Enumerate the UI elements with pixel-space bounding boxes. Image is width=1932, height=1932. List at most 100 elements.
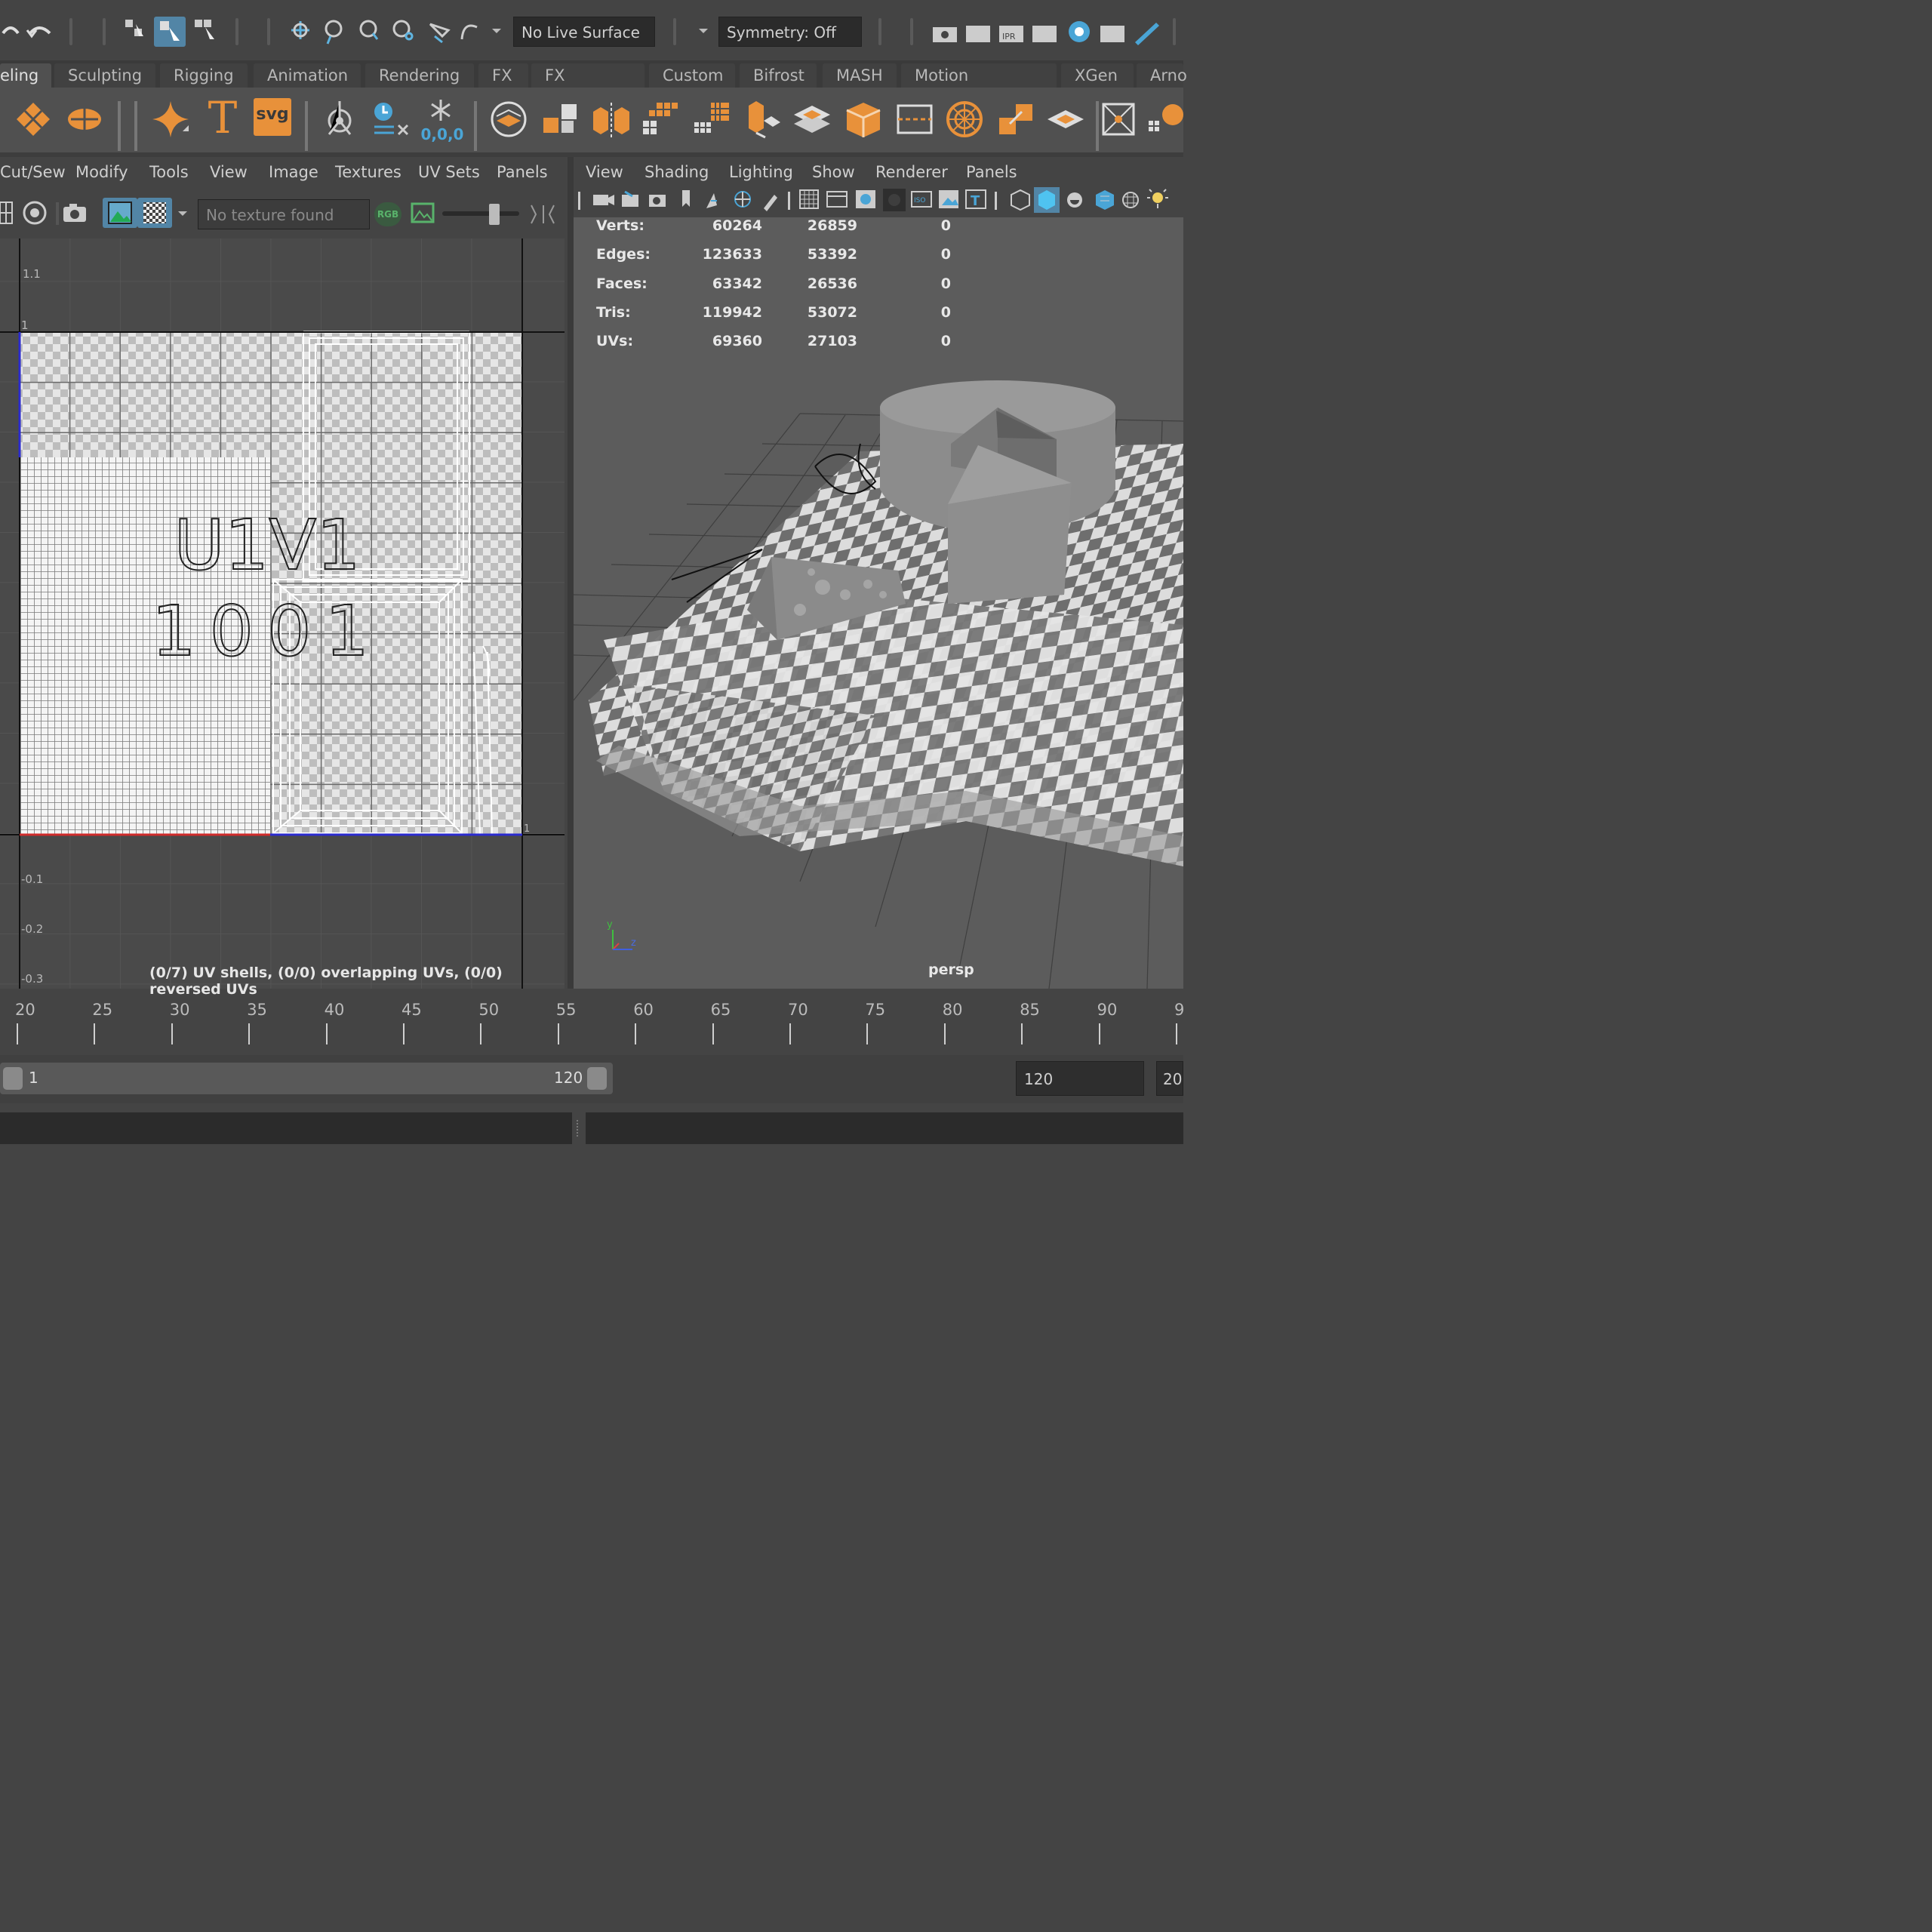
extrude-icon[interactable]	[741, 98, 783, 140]
vp-menu-show[interactable]: Show	[812, 163, 855, 181]
viewport-icon-bar[interactable]: ISO T	[578, 187, 1183, 213]
combine-icon[interactable]	[488, 98, 530, 140]
target-weld-icon[interactable]	[943, 98, 986, 140]
poly-disc-icon[interactable]	[63, 98, 106, 140]
range-start-handle[interactable]	[3, 1067, 23, 1090]
sparkle-icon[interactable]	[149, 98, 192, 140]
connect-icon[interactable]	[995, 98, 1037, 140]
tab-modeling[interactable]: eling	[0, 63, 51, 88]
vp-menu-view[interactable]: View	[586, 163, 623, 181]
chevron-down-icon[interactable]	[697, 27, 709, 35]
reset-transform-icon[interactable]	[370, 98, 412, 140]
command-input[interactable]	[0, 1112, 572, 1144]
range-slider-track[interactable]	[0, 1063, 613, 1094]
uv-menu-panels[interactable]: Panels	[497, 163, 548, 181]
tab-sculpting[interactable]: Sculpting	[54, 63, 155, 88]
status-line: No Live Surface Symmetry: Off IPR	[0, 0, 1183, 60]
uv-menu-uv-sets[interactable]: UV Sets	[418, 163, 480, 181]
bridge-icon[interactable]	[791, 98, 833, 140]
expand-toolbar-icon[interactable]	[528, 199, 558, 229]
uv-canvas[interactable]: U1V1 1001 1.1 1 -0.1 -0.2 -0.3 1	[0, 238, 565, 989]
select-object-button[interactable]	[154, 17, 186, 47]
tab-fx[interactable]: FX	[478, 63, 528, 88]
multi-cut-icon[interactable]	[894, 98, 936, 140]
pivot-icon[interactable]	[318, 98, 361, 140]
tab-mash[interactable]: MASH	[823, 63, 897, 88]
tab-animation[interactable]: Animation	[254, 63, 361, 88]
chevron-down-icon[interactable]	[491, 27, 503, 35]
tab-rendering[interactable]: Rendering	[365, 63, 474, 88]
text-tool-icon[interactable]: T	[204, 94, 242, 142]
range-end-handle[interactable]	[587, 1067, 607, 1090]
tab-arnold[interactable]: Arno	[1137, 63, 1187, 88]
time-tick-label: 65	[710, 1001, 731, 1019]
select-component-icon[interactable]	[192, 17, 219, 44]
animation-end-field[interactable]: 20	[1156, 1061, 1183, 1096]
hud-value: 0	[940, 333, 951, 349]
rgb-channel-icon[interactable]: RGB	[374, 202, 401, 226]
hud-label: Faces:	[596, 275, 648, 292]
time-tick-label: 35	[247, 1001, 267, 1019]
mirror-icon[interactable]	[590, 98, 632, 140]
svg-tool-icon[interactable]: svg	[254, 98, 291, 136]
tab-bifrost[interactable]: Bifrost	[740, 63, 817, 88]
shelf-separator	[118, 101, 121, 151]
display-image-button[interactable]	[103, 198, 137, 228]
svg-text:IPR: IPR	[1002, 32, 1016, 42]
vp-menu-panels[interactable]: Panels	[966, 163, 1017, 181]
undo-redo-icons[interactable]	[0, 17, 60, 47]
hud-label: Verts:	[596, 217, 645, 234]
poly-plane-icon[interactable]	[12, 98, 54, 140]
checker-tile-button[interactable]	[137, 198, 172, 228]
camera-snapshot-icon[interactable]	[60, 199, 89, 226]
time-tick	[635, 1023, 637, 1044]
tab-motion-graphics[interactable]: Motion Graphics	[901, 63, 1057, 109]
collapse-icon[interactable]	[1044, 98, 1087, 140]
hud-value: 63342	[712, 275, 762, 292]
bounding-box-icon[interactable]	[1097, 98, 1140, 140]
playback-end-field[interactable]: 120	[1016, 1061, 1144, 1096]
uv-menu-cut-sew[interactable]: Cut/Sew	[0, 163, 66, 181]
tab-xgen[interactable]: XGen	[1061, 63, 1134, 88]
uv-menu-tools[interactable]: Tools	[149, 163, 189, 181]
live-surface-field[interactable]: No Live Surface	[513, 17, 655, 47]
exposure-slider-handle[interactable]	[489, 204, 500, 225]
chevron-down-icon[interactable]	[177, 210, 189, 217]
image-channel-icon[interactable]	[409, 199, 436, 226]
time-tick-label: 20	[15, 1001, 35, 1019]
tab-fx-caching[interactable]: FX Caching	[531, 63, 645, 109]
tab-rigging[interactable]: Rigging	[160, 63, 248, 88]
time-tick-label: 75	[865, 1001, 886, 1019]
panel-splitter[interactable]	[568, 157, 574, 989]
select-hierarchy-icon[interactable]	[122, 17, 149, 44]
vp-menu-renderer[interactable]: Renderer	[875, 163, 948, 181]
uv-grid-icon[interactable]	[0, 199, 15, 226]
texture-field[interactable]: No texture found	[198, 199, 370, 229]
freeze-transform-icon[interactable]	[420, 97, 462, 127]
time-tick	[325, 1023, 328, 1044]
reduce-icon[interactable]	[691, 98, 734, 140]
range-end-value: 120	[554, 1069, 583, 1087]
symmetry-field[interactable]: Symmetry: Off	[718, 17, 862, 47]
uv-menu-image[interactable]: Image	[269, 163, 318, 181]
separate-icon[interactable]	[539, 98, 581, 140]
hud-value: 69360	[712, 333, 762, 349]
uv-menu-textures[interactable]: Textures	[335, 163, 401, 181]
time-tick-label: 40	[324, 1001, 345, 1019]
vp-menu-lighting[interactable]: Lighting	[729, 163, 793, 181]
toolbar-separator	[235, 18, 238, 45]
tab-custom[interactable]: Custom	[649, 63, 735, 88]
uv-menu-view[interactable]: View	[210, 163, 248, 181]
exposure-slider-track[interactable]	[442, 211, 519, 216]
vp-menu-shading[interactable]: Shading	[645, 163, 709, 181]
command-splitter[interactable]	[577, 1120, 581, 1137]
bevel-icon[interactable]	[842, 98, 884, 140]
time-slider[interactable]: 20 25 30 35 40 45 50 55 60 65 70 75 80 85 90 9	[0, 995, 1184, 1049]
uv-menu-modify[interactable]: Modify	[75, 163, 128, 181]
help-line	[0, 1152, 1183, 1183]
sphere-grid-icon[interactable]	[1146, 98, 1188, 140]
smooth-icon[interactable]	[640, 98, 682, 140]
render-tools-icons[interactable]: IPR	[930, 17, 1171, 47]
snap-tools-icons[interactable]	[287, 17, 483, 47]
shaded-uv-icon[interactable]	[21, 199, 48, 226]
